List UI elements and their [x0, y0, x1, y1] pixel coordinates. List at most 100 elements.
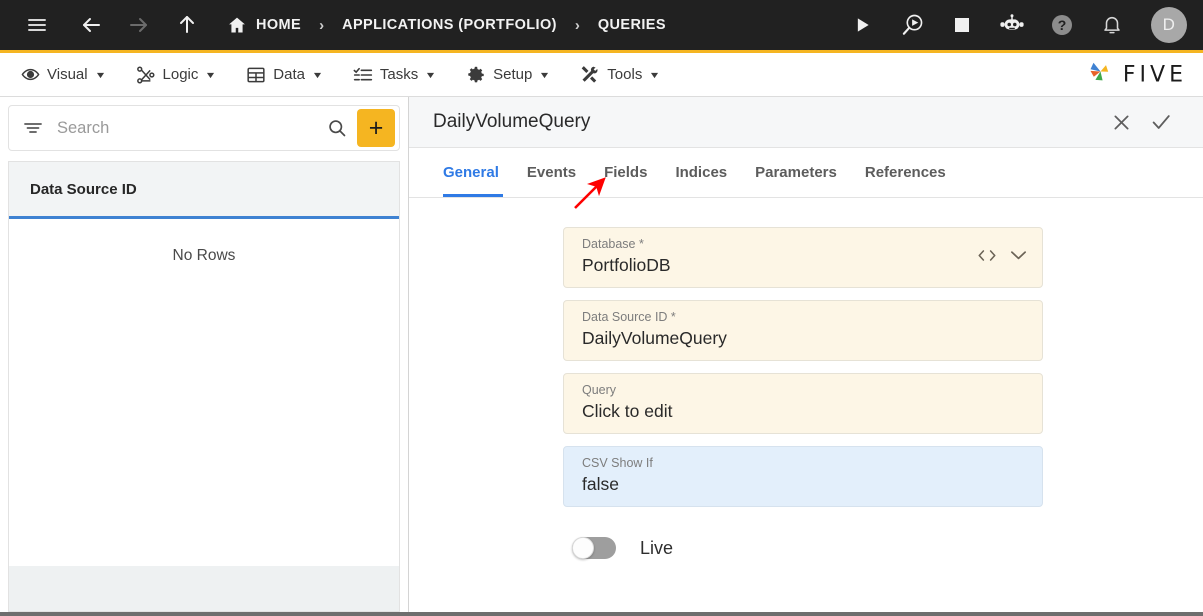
tab-references-label: References [864, 164, 946, 181]
workspace: + Data Source ID No Rows DailyVolumeQuer… [0, 97, 1203, 612]
tab-parameters[interactable]: Parameters [741, 148, 851, 197]
brand-name: FIVE [1122, 62, 1187, 87]
detail-panel: DailyVolumeQuery General Events Fields I… [409, 97, 1203, 612]
field-query-label: Query [582, 383, 617, 397]
search-input[interactable] [57, 118, 317, 138]
bell-icon[interactable] [1095, 8, 1129, 42]
top-navigation-bar: HOME › APPLICATIONS (PORTFOLIO) › QUERIE… [0, 0, 1203, 50]
field-data-source-id[interactable]: Data Source ID * DailyVolumeQuery [563, 300, 1043, 361]
field-query-value: Click to edit [582, 401, 673, 421]
main-menu-bar: Visual ▼ Logic ▼ Data ▼ Tasks ▼ Setup ▼ … [0, 50, 1203, 97]
brand-logo: FIVE [1086, 58, 1187, 91]
stop-icon[interactable] [945, 8, 979, 42]
field-data-source-id-label: Data Source ID * [582, 310, 676, 324]
tab-fields-label: Fields [604, 164, 648, 181]
menu-tasks[interactable]: Tasks ▼ [353, 65, 437, 85]
field-csv-show-if[interactable]: CSV Show If false [563, 446, 1043, 507]
chevron-down-icon: ▼ [538, 69, 551, 80]
field-database-label: Database * [582, 237, 644, 251]
tab-references[interactable]: References [851, 148, 960, 197]
breadcrumb-item-queries[interactable]: QUERIES [598, 17, 666, 33]
menu-logic-label: Logic [162, 66, 199, 83]
tab-indices[interactable]: Indices [661, 148, 741, 197]
data-source-grid: Data Source ID No Rows [8, 161, 400, 566]
chevron-down-icon[interactable] [1009, 249, 1028, 267]
application-window: HOME › APPLICATIONS (PORTFOLIO) › QUERIE… [0, 0, 1203, 616]
avatar[interactable]: D [1151, 7, 1187, 43]
svg-text:?: ? [1058, 17, 1067, 33]
breadcrumb-item-home[interactable]: HOME [256, 17, 301, 33]
search-bar: + [8, 105, 400, 151]
empty-state-text: No Rows [172, 247, 236, 264]
grid-rows-container: No Rows [9, 219, 399, 566]
checklist-icon [353, 65, 373, 85]
tab-events-label: Events [526, 164, 577, 181]
tab-general[interactable]: General [433, 148, 513, 197]
field-data-source-id-value: DailyVolumeQuery [582, 328, 727, 348]
chevron-down-icon: ▼ [311, 69, 324, 80]
menu-tools[interactable]: Tools ▼ [580, 65, 661, 85]
field-database[interactable]: Database * PortfolioDB [563, 227, 1043, 288]
field-csv-show-if-value: false [582, 474, 619, 494]
menu-data[interactable]: Data ▼ [246, 65, 324, 85]
tab-general-label: General [443, 164, 499, 181]
detail-header: DailyVolumeQuery [409, 97, 1203, 148]
tools-icon [580, 65, 600, 85]
general-form: Database * PortfolioDB Data Source ID * … [409, 198, 1203, 612]
eye-icon [20, 65, 40, 85]
menu-setup[interactable]: Setup ▼ [466, 65, 551, 85]
field-database-icons [977, 247, 1028, 268]
chevron-down-icon: ▼ [204, 69, 217, 80]
live-toggle-row: Live [563, 537, 673, 559]
help-icon[interactable]: ? [1045, 8, 1079, 42]
gear-icon [466, 65, 486, 85]
field-database-value: PortfolioDB [582, 255, 671, 275]
detail-tabs: General Events Fields Indices Parameters… [409, 148, 1203, 198]
sidebar-panel: + Data Source ID No Rows [0, 97, 409, 612]
hamburger-icon[interactable] [20, 8, 54, 42]
field-csv-show-if-label: CSV Show If [582, 456, 653, 470]
run-icon[interactable] [845, 8, 879, 42]
tab-parameters-label: Parameters [755, 164, 837, 181]
check-icon[interactable] [1141, 102, 1181, 142]
five-pinwheel-icon [1086, 58, 1116, 91]
chevron-down-icon: ▼ [94, 69, 107, 80]
menu-visual[interactable]: Visual ▼ [20, 65, 107, 85]
menu-tasks-label: Tasks [379, 66, 419, 83]
search-icon[interactable] [317, 118, 357, 138]
grid-footer [8, 566, 400, 612]
menu-tools-label: Tools [607, 66, 643, 83]
debug-icon[interactable] [895, 8, 929, 42]
table-grid-icon [246, 65, 266, 85]
breadcrumb-separator-icon: › [319, 16, 325, 34]
menu-setup-label: Setup [493, 66, 533, 83]
tab-indices-label: Indices [675, 164, 728, 181]
column-header-data-source-id: Data Source ID [30, 180, 137, 198]
filter-icon[interactable] [23, 120, 43, 136]
live-toggle[interactable] [572, 537, 616, 559]
arrow-up-icon[interactable] [170, 8, 204, 42]
chevron-down-icon: ▼ [424, 69, 437, 80]
menu-visual-label: Visual [47, 66, 88, 83]
logic-nodes-icon [136, 65, 156, 85]
field-query[interactable]: Query Click to edit [563, 373, 1043, 434]
bot-icon[interactable] [995, 8, 1029, 42]
arrow-right-icon[interactable] [122, 8, 156, 42]
grid-column-header[interactable]: Data Source ID [9, 162, 399, 219]
page-title: DailyVolumeQuery [433, 111, 591, 132]
code-icon[interactable] [977, 247, 997, 268]
close-icon[interactable] [1101, 102, 1141, 142]
arrow-left-icon[interactable] [74, 8, 108, 42]
add-record-button[interactable]: + [357, 109, 395, 147]
menu-data-label: Data [273, 66, 305, 83]
live-toggle-label: Live [640, 537, 674, 558]
tab-events[interactable]: Events [513, 148, 590, 197]
home-icon[interactable] [226, 14, 248, 36]
breadcrumb-separator-icon: › [574, 16, 580, 34]
breadcrumb-item-applications[interactable]: APPLICATIONS (PORTFOLIO) [342, 17, 557, 33]
topbar-actions: ? D [845, 7, 1187, 43]
tab-fields[interactable]: Fields [590, 148, 661, 197]
breadcrumb: HOME › APPLICATIONS (PORTFOLIO) › QUERIE… [226, 14, 666, 36]
menu-logic[interactable]: Logic ▼ [136, 65, 217, 85]
toggle-knob [572, 537, 594, 559]
